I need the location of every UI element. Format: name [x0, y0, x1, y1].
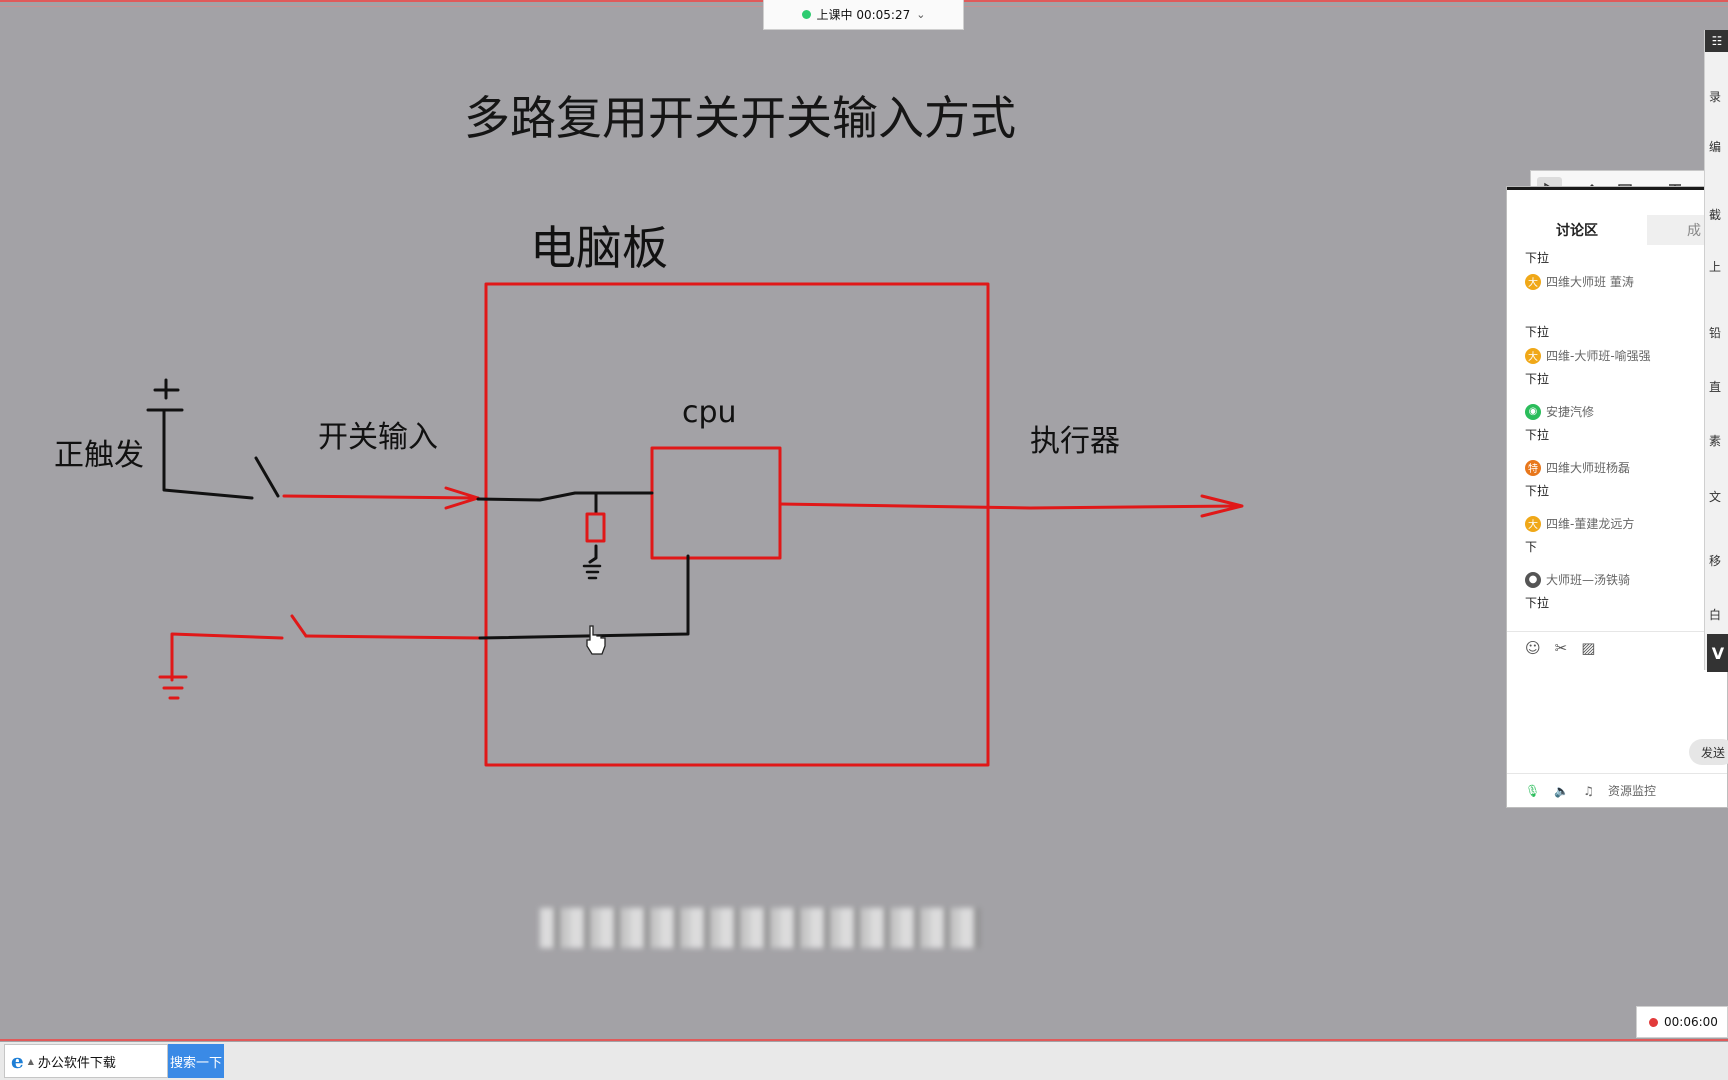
bottom-border [0, 1039, 1728, 1041]
microphone-icon[interactable]: 🎙 [1525, 784, 1540, 798]
top-switch [254, 456, 280, 498]
speaker-icon[interactable]: 🔈 [1554, 784, 1569, 798]
list-item: 大四维-董建龙远方 下 [1525, 515, 1634, 555]
app-logo-icon[interactable]: V [1707, 634, 1728, 672]
resource-monitor-link[interactable]: 资源监控 [1608, 782, 1656, 799]
lower-switch [290, 614, 308, 638]
sender-name: 四维大师班杨磊 [1546, 461, 1631, 475]
list-item: 大四维-大师班-喻强强 下拉 [1525, 347, 1651, 387]
record-dot-icon [1649, 1017, 1658, 1027]
sidebar-item-material[interactable]: 素 [1709, 434, 1721, 448]
tab-discussion[interactable]: 讨论区 [1507, 215, 1647, 245]
sidebar-item-text[interactable]: 文 [1709, 490, 1721, 504]
user-photo-icon: ● [1525, 571, 1541, 588]
pulldown-ground-icon [582, 564, 602, 580]
message-text: 下 [1525, 540, 1538, 554]
sidebar-item-upload[interactable]: 上 [1709, 260, 1721, 274]
lower-black-wire [478, 554, 690, 640]
sender-name: 四维-大师班-喻强强 [1546, 349, 1651, 363]
recording-timer[interactable]: 00:06:00 [1636, 1006, 1728, 1038]
sender-name: 四维大师班 董涛 [1546, 275, 1634, 289]
sidebar-item-pencil[interactable]: 铅 [1709, 326, 1721, 340]
ie-browser-icon: e [11, 1049, 24, 1073]
avatar: 大 [1525, 347, 1541, 364]
search-query: 办公软件下载 [37, 1055, 116, 1071]
recording-time: 00:06:00 [1664, 1015, 1718, 1029]
send-button[interactable]: 发送 [1689, 739, 1728, 765]
pulldown-lead [588, 491, 598, 564]
message-text: 下拉 [1525, 596, 1550, 610]
board-input-wire [476, 491, 654, 502]
search-button[interactable]: 搜索一下 [168, 1044, 224, 1078]
pulldown-resistor [585, 512, 606, 543]
list-item: 大四维大师班 董涛 [1525, 273, 1634, 290]
sender-name: 安捷汽修 [1546, 405, 1595, 419]
list-item: ◉ 安捷汽修 下拉 [1525, 403, 1594, 443]
sidebar-item-capture[interactable]: 截 [1709, 208, 1721, 222]
hand-cursor-icon [586, 625, 606, 655]
message-text: 下拉 [1525, 484, 1550, 498]
divider [1507, 631, 1727, 632]
first-message-text: 下拉 [1525, 251, 1550, 265]
sidebar-item-move[interactable]: 移 [1709, 554, 1721, 568]
emoji-icon[interactable]: ☺ [1525, 639, 1541, 657]
blurred-watermark [540, 908, 980, 948]
positive-wire [162, 408, 254, 500]
sender-name: 大师班—汤铁骑 [1546, 573, 1631, 587]
list-item: 特四维大师班杨磊 下拉 [1525, 459, 1630, 499]
sidebar-item-line[interactable]: 直 [1709, 380, 1721, 394]
scissors-icon[interactable]: ✂ [1555, 639, 1568, 657]
power-plus-symbol [146, 378, 184, 412]
caret-up-icon[interactable]: ▲ [28, 1057, 34, 1066]
sidebar-item-edit[interactable]: 编 [1709, 140, 1721, 154]
sender-name: 四维-董建龙远方 [1546, 517, 1635, 531]
sidebar-item-whiteboard[interactable]: 白 [1709, 608, 1721, 622]
grid-menu-icon[interactable]: ☷ [1705, 30, 1728, 52]
avatar: 特 [1525, 459, 1541, 476]
lower-ground-wire [170, 632, 284, 682]
message-text: 下拉 [1525, 325, 1550, 339]
browser-search-bar [0, 1042, 1728, 1080]
avatar: 大 [1525, 273, 1541, 290]
list-item: ● 大师班—汤铁骑 下拉 [1525, 571, 1630, 611]
discussion-panel: 讨论区 成 下拉 大四维大师班 董涛 下拉 大四维-大师班-喻强强 下拉 ◉ 安捷… [1506, 186, 1728, 808]
sidebar-item-record[interactable]: 录 [1709, 90, 1721, 104]
cpu-box [650, 446, 782, 560]
chat-tools: ☺ ✂ ▨ [1525, 639, 1595, 657]
wechat-icon: ◉ [1525, 403, 1541, 420]
output-wire [778, 502, 1242, 510]
avatar: 大 [1525, 515, 1541, 532]
input-red-wire [282, 494, 480, 500]
computer-board-rect [484, 282, 990, 767]
lower-red-wire [304, 634, 482, 640]
panel-bottom-bar: 🎙 🔈 ♫ 资源监控 [1507, 773, 1727, 807]
panel-tabs: 讨论区 成 [1507, 215, 1727, 245]
panel-top-border [1507, 187, 1727, 190]
message-text: 下拉 [1525, 428, 1550, 442]
image-icon[interactable]: ▨ [1581, 639, 1595, 657]
search-input[interactable]: e ▲ 办公软件下载 [4, 1044, 168, 1078]
right-sidebar: ☷ 录 编 截 上 铅 直 素 文 移 白 V [1704, 30, 1728, 672]
music-icon[interactable]: ♫ [1583, 784, 1594, 798]
message-text: 下拉 [1525, 372, 1550, 386]
